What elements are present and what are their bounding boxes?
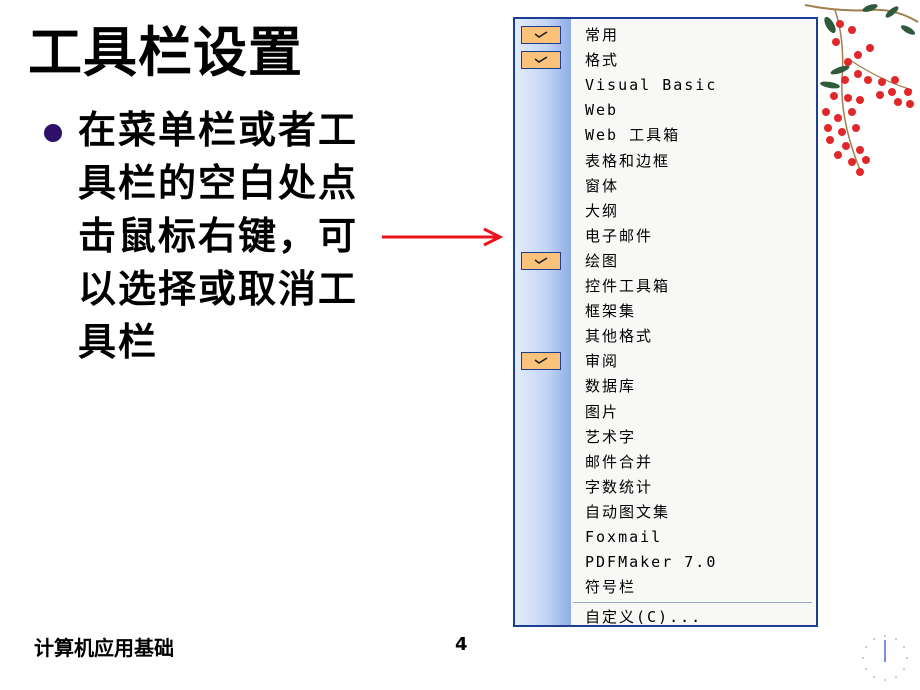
menu-item-label: PDFMaker 7.0 [585,553,718,572]
checkmark-icon [521,352,561,371]
menu-item[interactable]: 框架集 [515,299,816,324]
menu-item[interactable]: 控件工具箱 [515,274,816,299]
menu-item[interactable]: 图片 [515,400,816,425]
menu-item[interactable]: 窗体 [515,174,816,199]
menu-item[interactable]: 格式 [515,48,816,73]
menu-item-label: 窗体 [585,176,620,195]
menu-item[interactable]: 电子邮件 [515,224,816,249]
menu-item-label: 邮件合并 [585,452,654,471]
menu-item-label: 字数统计 [585,477,654,496]
checkmark-icon [521,26,561,44]
clock-decoration-icon [862,635,908,681]
menu-item-label: 符号栏 [585,578,637,597]
menu-item-label: 绘图 [585,251,620,270]
checkmark-icon [521,51,561,70]
menu-item[interactable]: 常用 [515,23,816,48]
menu-item-label: 常用 [585,26,620,44]
menu-item[interactable]: PDFMaker 7.0 [515,550,816,575]
menu-item-label: 格式 [585,51,620,70]
menu-item-customize[interactable]: 自定义(C)... [515,605,816,630]
menu-item[interactable]: 符号栏 [515,575,816,600]
menu-item[interactable]: 审阅 [515,349,816,374]
berry-branch-decoration [804,4,919,176]
page-number: 4 [455,634,468,655]
slide-title: 工具栏设置 [28,21,303,84]
footer-course-name: 计算机应用基础 [34,636,174,660]
menu-item[interactable]: 其他格式 [515,324,816,349]
menu-item-label: 电子邮件 [585,226,654,245]
menu-item-label: 其他格式 [585,327,654,346]
menu-item[interactable]: 表格和边框 [515,149,816,174]
menu-item-label: 控件工具箱 [585,277,671,295]
menu-item[interactable]: 数据库 [515,374,816,399]
menu-item[interactable]: Foxmail [515,525,816,550]
menu-item-label: 自定义(C)... [585,608,703,627]
bullet-dot-icon [44,124,62,142]
menu-item-label: 表格和边框 [585,151,671,170]
menu-item-label: 数据库 [585,377,637,396]
menu-item-label: 大纲 [585,201,620,220]
menu-item-label: Web 工具箱 [585,126,681,145]
menu-item[interactable]: 字数统计 [515,475,816,500]
menu-item[interactable]: 大纲 [515,199,816,224]
menu-item[interactable]: Visual Basic [515,73,816,98]
menu-item[interactable]: Web 工具箱 [515,123,816,148]
checkmark-icon [521,251,561,270]
menu-item-label: 自动图文集 [585,502,671,521]
red-arrow-icon [382,227,504,247]
menu-item[interactable]: 自动图文集 [515,500,816,525]
bullet-text: 在菜单栏或者工具栏的空白处点击鼠标右键，可以选择或取消工具栏 [78,108,359,364]
menu-item-label: 图片 [585,402,620,421]
menu-item-label: Visual Basic [585,76,718,95]
menu-item[interactable]: 绘图 [515,249,816,274]
toolbar-context-menu: 常用格式 Visual Basic Web Web 工具箱 表格和边框窗体大纲电子邮件绘… [513,17,818,627]
menu-item-label: Foxmail [585,528,663,546]
menu-item-label: 框架集 [585,302,637,321]
menu-separator [573,602,812,604]
menu-item-label: 艺术字 [585,427,637,446]
menu-item-label: 审阅 [585,352,620,371]
menu-item[interactable]: Web [515,98,816,123]
menu-item-label: Web [585,101,619,120]
menu-item[interactable]: 邮件合并 [515,450,816,475]
menu-item[interactable]: 艺术字 [515,425,816,450]
